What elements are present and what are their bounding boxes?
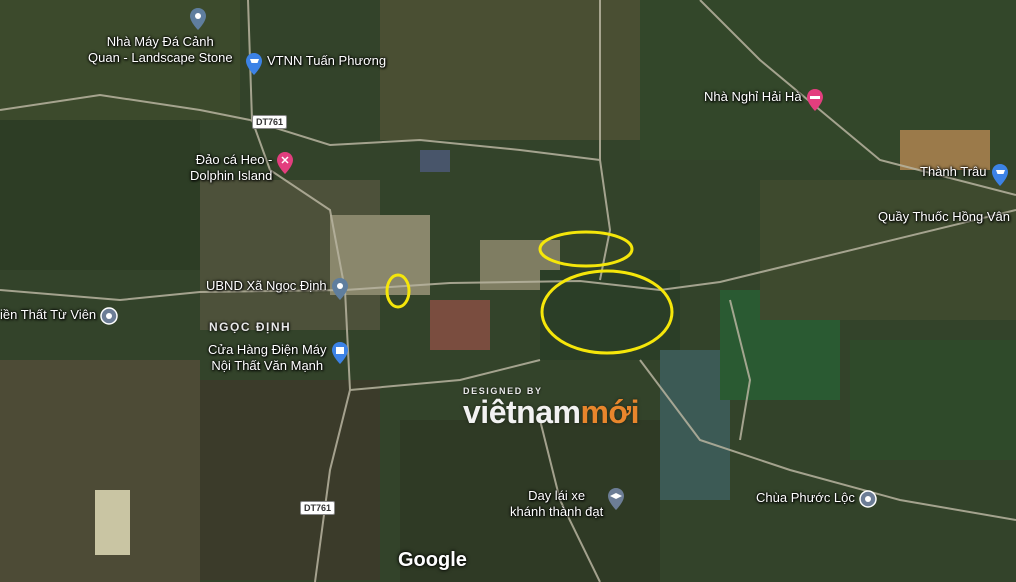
poi-label: Nhà Nghỉ Hải Hà [704,89,802,104]
school-pin-icon [608,488,625,510]
poi-label: VTNN Tuấn Phương [267,53,387,68]
generic-pin-icon [331,278,348,300]
poi-tu-vien[interactable]: iền Thất Từ Viên [0,307,118,325]
satellite-map[interactable]: Nhà Máy Đá Cảnh Quan - Landscape Stone V… [0,0,1016,582]
poi-label: Thành Trâu [920,164,987,179]
poi-vtnn[interactable]: VTNN Tuấn Phương [245,53,386,75]
generic-pin-icon [190,8,207,30]
temple-icon [100,307,118,325]
poi-thanh-trau[interactable]: Thành Trâu [920,164,1009,186]
watermark-logo: viêtnammới [463,394,640,430]
poi-label: Chùa Phước Lộc [756,490,855,505]
poi-ubnd[interactable]: UBND Xã Ngọc Định [206,278,349,300]
poi-label: iền Thất Từ Viên [0,307,97,322]
watermark: DESIGNED BY viêtnammới [463,386,640,430]
poi-label: Day lái xe khánh thành đạt [510,488,604,519]
poi-label: Cửa Hàng Điện Máy Nội Thất Văn Mạnh [208,342,327,373]
shopping-bag-pin-icon [331,342,348,364]
poi-dien-may[interactable]: Cửa Hàng Điện Máy Nội Thất Văn Mạnh [208,342,349,374]
shopping-cart-pin-icon [991,164,1008,186]
poi-chua-phuoc-loc[interactable]: Chùa Phước Lộc [756,490,877,508]
poi-day-lai-xe[interactable]: Day lái xe khánh thành đạt [510,488,625,520]
poi-label: Nhà Máy Đá Cảnh Quan - Landscape Stone [88,34,233,65]
google-logo: Google [398,549,467,571]
temple-icon [859,490,877,508]
poi-nha-nghi[interactable]: Nhà Nghỉ Hải Hà [704,89,824,111]
poi-label: UBND Xã Ngọc Định [206,278,327,293]
road-shield-dt761: DT761 [252,115,288,129]
bed-pin-icon [806,89,823,111]
shopping-cart-pin-icon [246,53,262,75]
poi-label: Quầy Thuốc Hồng Vân [878,209,1011,224]
poi-dolphin-island[interactable]: Đảo cá Heo - Dolphin Island [190,152,294,184]
poi-landscape-stone[interactable]: Nhà Máy Đá Cảnh Quan - Landscape Stone [88,8,233,66]
poi-quay-thuoc[interactable]: Quầy Thuốc Hồng Vân [878,209,1010,225]
area-label: NGỌC ĐỊNH [209,320,292,334]
poi-label: Đảo cá Heo - Dolphin Island [190,152,273,183]
road-shield-dt761: DT761 [300,501,336,515]
attraction-pin-icon [277,152,294,174]
